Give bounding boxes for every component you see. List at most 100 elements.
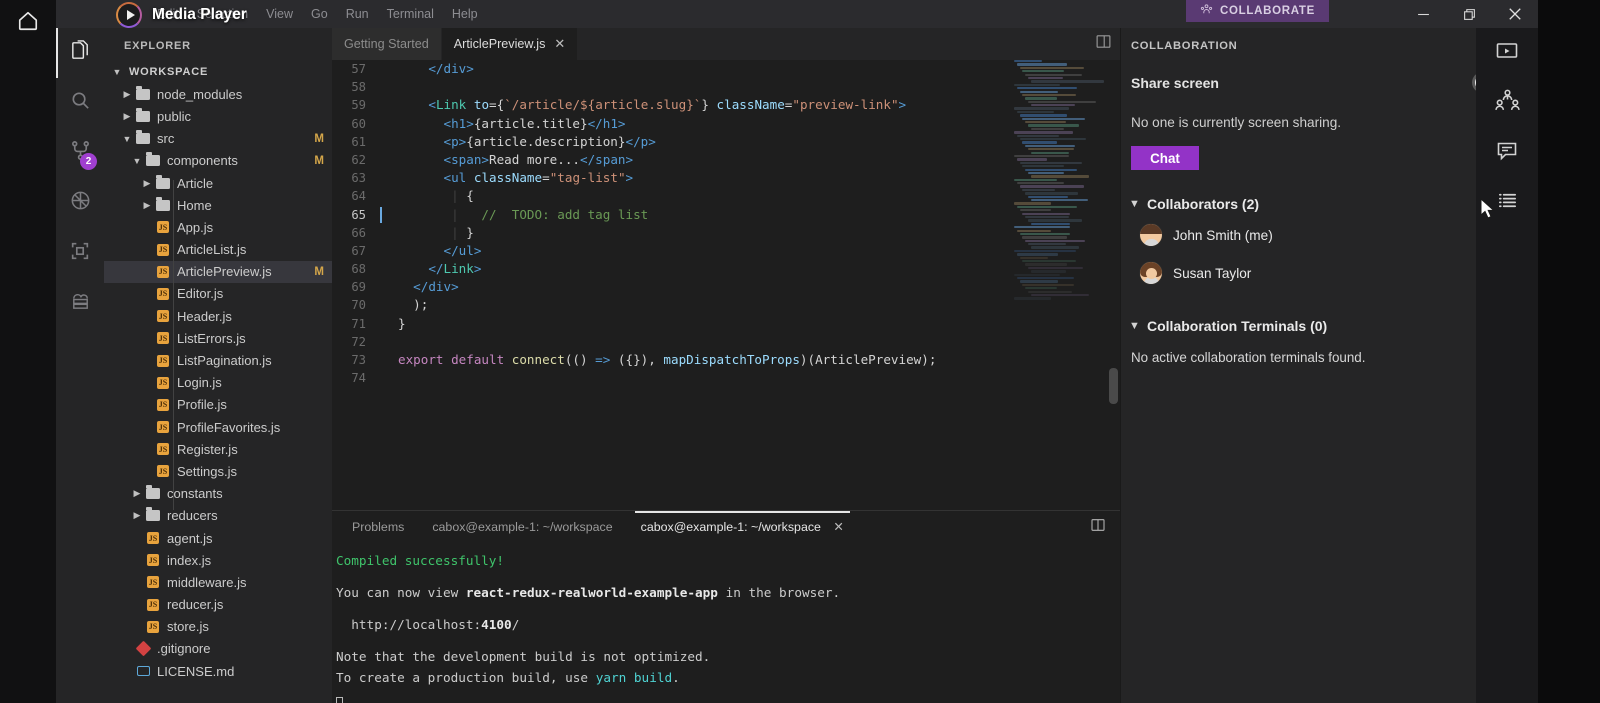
panel-tab-problems[interactable]: Problems [338,511,418,544]
tree-file[interactable]: .gitignore [104,638,332,660]
terminals-title: Collaboration Terminals (0) [1147,318,1328,334]
menu-help[interactable]: Help [443,0,487,28]
tree-folder[interactable]: ▼ components M [104,150,332,172]
tree-file[interactable]: JS ArticlePreview.js M [104,260,332,283]
file-tree: ▼ WORKSPACE ▶ node_modules ▶ public ▼ src M ▼ comp… [104,61,332,682]
minimap-line [1014,60,1042,63]
tree-file[interactable]: JS ListErrors.js [104,327,332,349]
code-line: 67 </ul> [332,242,1120,260]
tree-folder[interactable]: ▶ public [104,105,332,127]
rail-item-screen-share[interactable] [1476,28,1538,78]
activity-item-run-debug[interactable] [56,178,104,228]
tree-item-label: Login.js [177,375,222,391]
chevron-down-icon: ▼ [112,67,122,78]
editor-scrollbar[interactable] [1109,368,1118,404]
tree-file[interactable]: JS ListPagination.js [104,349,332,371]
tree-file[interactable]: JS ArticleList.js [104,239,332,261]
editor-tab-articlepreview[interactable]: ArticlePreview.js ✕ [441,28,579,60]
activity-item-extensions[interactable] [56,228,104,278]
tab-label: Getting Started [344,37,429,51]
people-icon [1494,88,1520,118]
minimap-line [1030,270,1066,273]
collaborate-button[interactable]: COLLABORATE [1186,0,1330,22]
screen-share-icon [1495,39,1519,68]
editor-minimap[interactable] [1014,60,1106,300]
minimap-line [1027,266,1083,270]
tree-item-label: ArticlePreview.js [177,264,272,280]
tree-file[interactable]: LICENSE.md [104,660,332,682]
minimap-line [1014,297,1051,300]
git-status-badge: M [314,132,324,145]
js-file-icon: JS [157,443,169,456]
activity-item-remote[interactable] [56,278,104,328]
tree-file[interactable]: JS ProfileFavorites.js [104,416,332,438]
menu-run[interactable]: Run [337,0,378,28]
text-cursor [378,260,386,278]
activity-item-explorer[interactable] [56,28,104,78]
minimap-line [1030,175,1089,178]
home-icon[interactable] [14,7,42,35]
tree-folder[interactable]: ▶ constants [104,483,332,505]
media-player-badge[interactable]: Media Player [116,0,259,30]
minimap-line [1022,93,1076,97]
rail-item-collaborators[interactable] [1476,78,1538,128]
split-editor-icon[interactable] [1095,33,1112,55]
tree-folder[interactable]: ▶ node_modules [104,83,332,105]
terminal-line: Note that the development build is not o… [336,649,711,664]
js-file-icon: JS [147,554,159,567]
panel-tab-label: cabox@example-1: ~/workspace [640,520,821,534]
tree-file[interactable]: JS agent.js [104,527,332,549]
close-icon[interactable]: ✕ [554,36,565,52]
tree-file[interactable]: JS reducer.js [104,594,332,616]
terminal-output[interactable]: Compiled successfully! You can now view … [332,544,1120,703]
js-file-icon: JS [157,465,169,478]
chat-button[interactable]: Chat [1131,146,1199,170]
menu-go[interactable]: Go [302,0,337,28]
folder-icon [144,507,162,522]
text-cursor [378,115,386,133]
tree-file[interactable]: JS Login.js [104,372,332,394]
editor-actions [1095,28,1120,60]
editor-tab-getting-started[interactable]: Getting Started [332,28,442,60]
tree-file[interactable]: JS Register.js [104,438,332,460]
tree-file[interactable]: JS Header.js [104,305,332,327]
code-line: 70 ); [332,296,1120,314]
tree-item-label: ArticleList.js [177,242,247,258]
minimap-line [1016,229,1051,232]
minimap-line [1027,219,1083,222]
close-button[interactable] [1492,0,1538,28]
tree-folder[interactable]: ▶ reducers [104,505,332,527]
activity-item-search[interactable] [56,78,104,128]
panel-tab-terminal-1[interactable]: cabox@example-1: ~/workspace [418,511,626,544]
restore-button[interactable] [1446,0,1492,28]
code-line: 71} [332,315,1120,333]
code-editor[interactable]: 57 </div> 58 59 <Link to={`/article/${arti… [332,60,1120,510]
js-file-icon: JS [157,287,169,300]
minimize-button[interactable] [1400,0,1446,28]
tree-file[interactable]: JS store.js [104,616,332,638]
tree-section-header[interactable]: ▼ WORKSPACE [104,61,332,83]
markdown-file-icon [134,666,152,677]
menu-terminal[interactable]: Terminal [378,0,443,28]
code-text: <p>{article.description}</p> [443,133,656,149]
rail-item-session-list[interactable] [1476,178,1538,228]
tree-folder[interactable]: ▶ Home [104,194,332,216]
tree-file[interactable]: JS Settings.js [104,460,332,482]
rail-item-chat[interactable] [1476,128,1538,178]
tree-file[interactable]: JS App.js [104,216,332,238]
tree-file[interactable]: JS Editor.js [104,283,332,305]
menu-view[interactable]: View [257,0,302,28]
split-terminal-icon[interactable] [1090,517,1106,538]
close-icon[interactable]: ✕ [833,520,843,534]
tree-folder[interactable]: ▶ Article [104,172,332,194]
tree-file[interactable]: JS middleware.js [104,571,332,593]
activity-item-source-control[interactable]: 2 [56,128,104,178]
panel-tab-terminal-2[interactable]: cabox@example-1: ~/workspace ✕ [627,511,858,544]
search-icon [69,89,92,117]
tree-file[interactable]: JS Profile.js [104,394,332,416]
code-text: <span>Read more...</span> [443,151,634,167]
tree-file[interactable]: JS index.js [104,549,332,571]
tree-folder[interactable]: ▼ src M [104,128,332,150]
